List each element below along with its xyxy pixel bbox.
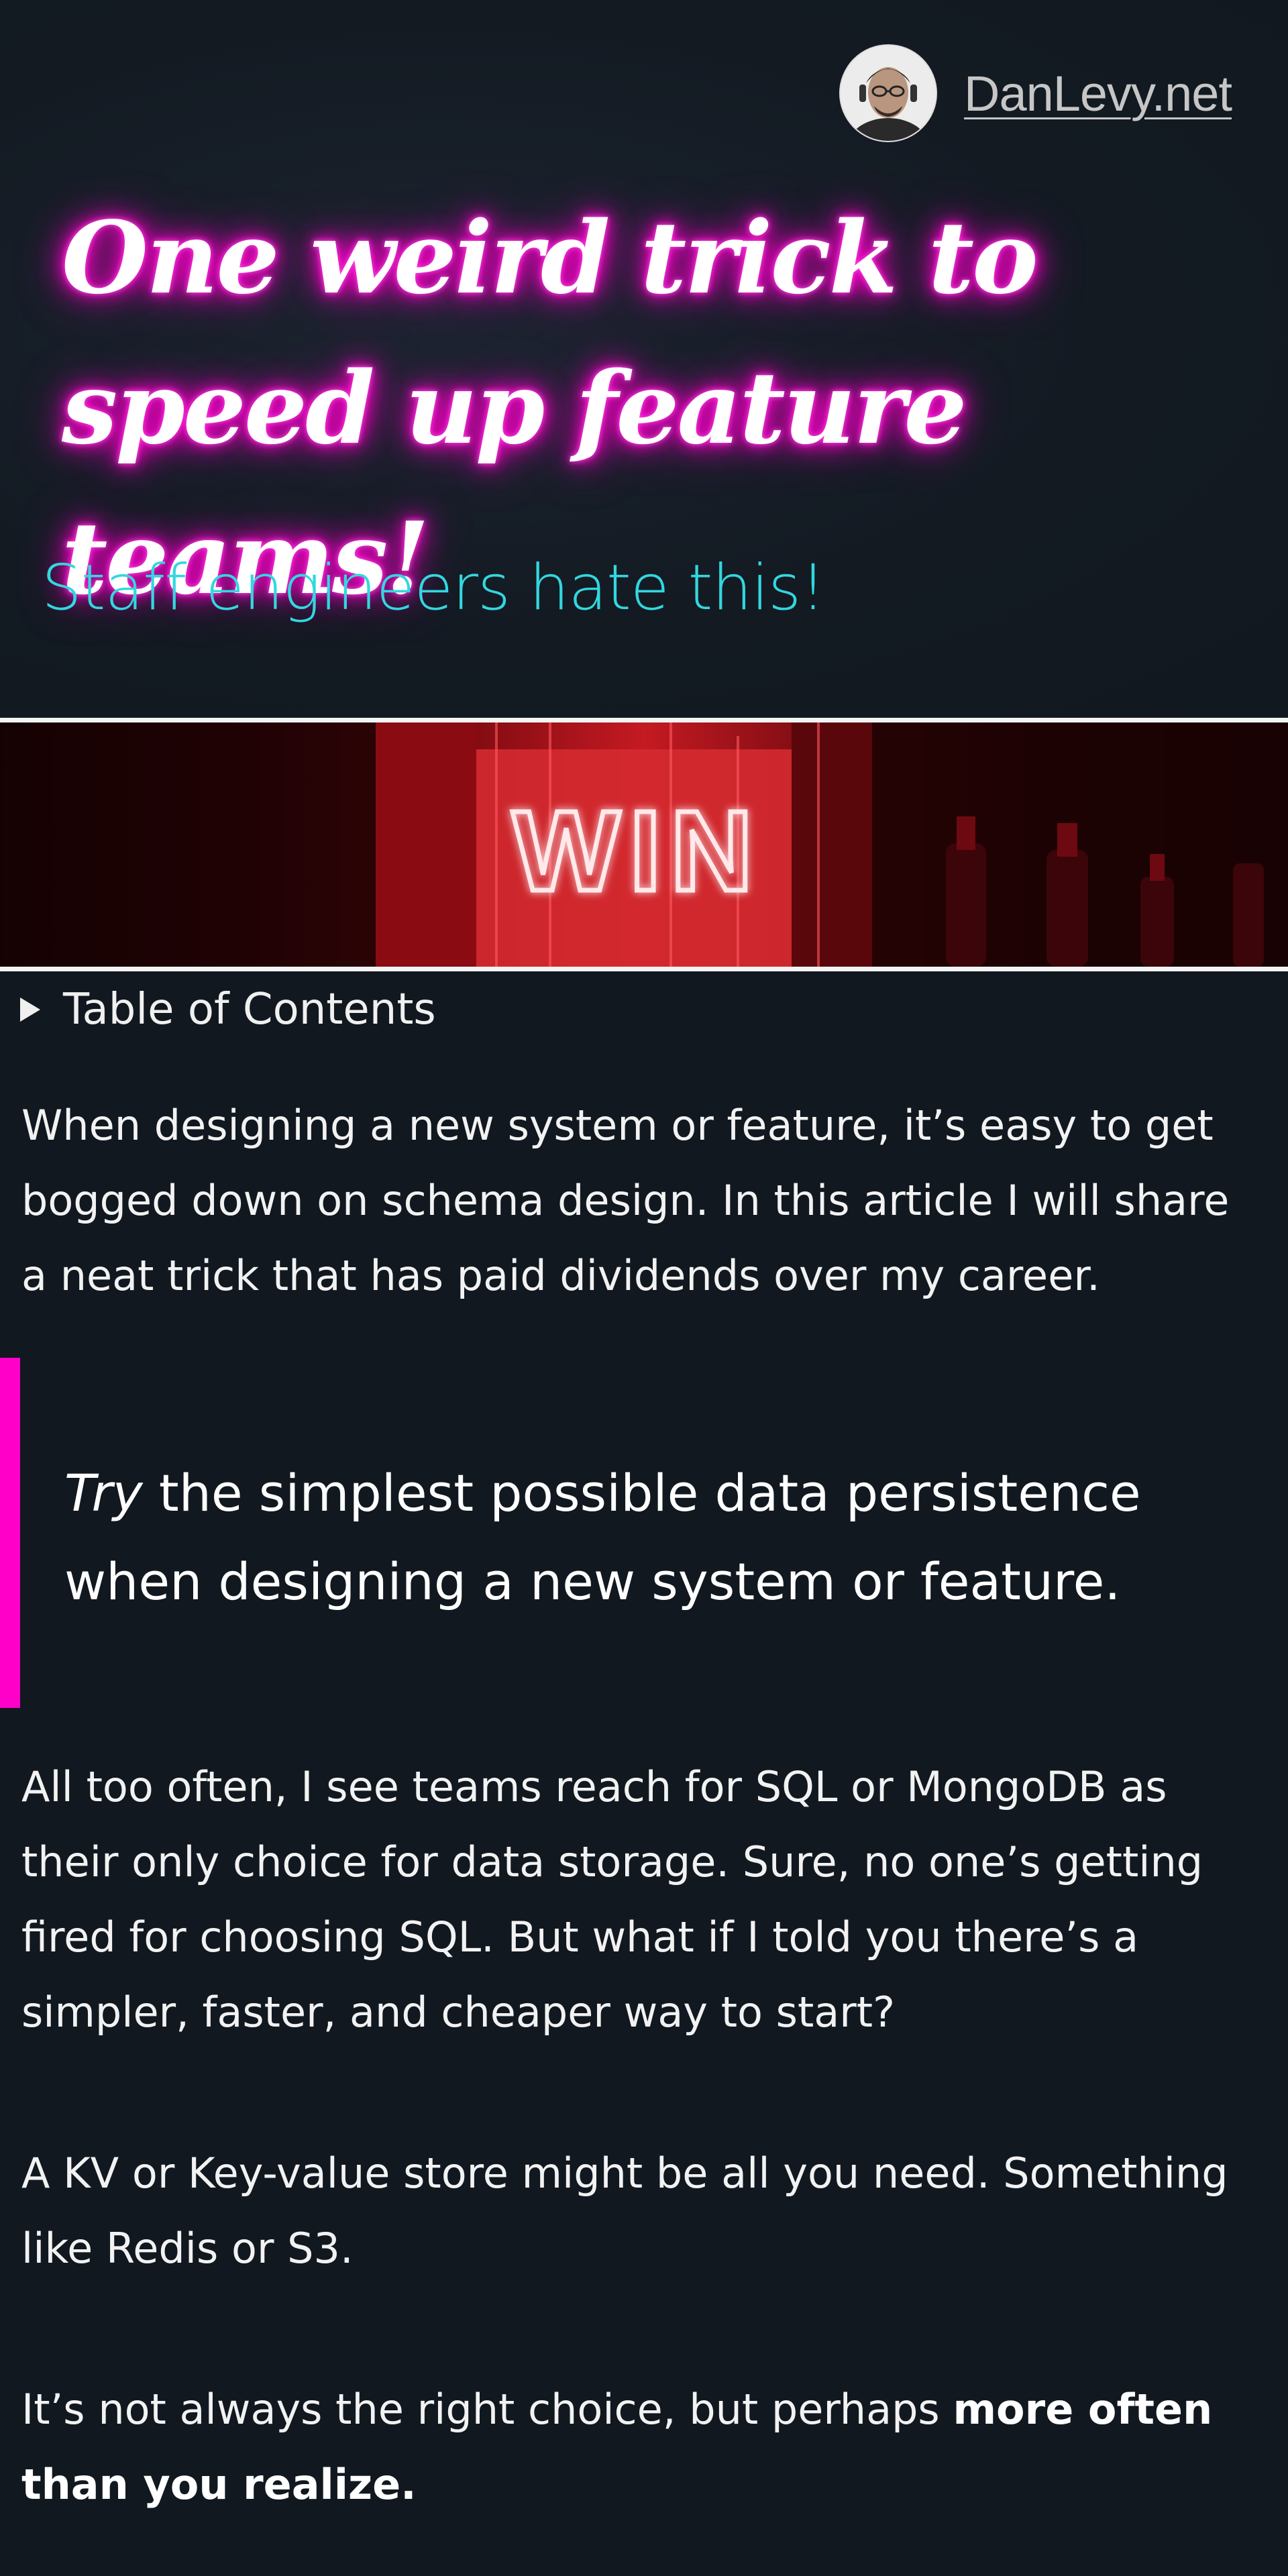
pull-quote-emphasis: Try <box>64 1463 143 1523</box>
paragraph-kv-store: A KV or Key-value store might be all you… <box>21 2149 1228 2273</box>
avatar-portrait-icon <box>841 46 936 141</box>
toc-label: Table of Contents <box>63 985 436 1034</box>
hero-banner-image: WIN <box>0 718 1288 971</box>
site-home-link[interactable]: DanLevy.net <box>964 65 1232 122</box>
neon-win-text: WIN <box>513 788 762 915</box>
conclusion-text: It’s not always the right choice, but pe… <box>21 2385 953 2434</box>
paragraph-conclusion: It’s not always the right choice, but pe… <box>21 2372 1256 2522</box>
avatar[interactable] <box>841 46 936 141</box>
pull-quote: Try the simplest possible data persisten… <box>0 1358 1288 1708</box>
neon-win-scene-icon: WIN <box>0 722 1288 967</box>
pull-quote-text: Try the simplest possible data persisten… <box>64 1449 1258 1626</box>
paragraph-sql: All too often, I see teams reach for SQL… <box>21 1762 1203 2037</box>
title-line-1: One weird trick to <box>62 199 1038 316</box>
pull-quote-body: the simplest possible data persistence w… <box>64 1463 1141 1611</box>
intro-paragraph: When designing a new system or feature, … <box>21 1101 1230 1300</box>
page-header: DanLevy.net One weird trick to speed up f… <box>0 0 1288 718</box>
page-subtitle: Staff engineers hate this! <box>42 551 826 625</box>
table-of-contents-toggle[interactable]: Table of Contents <box>20 981 436 1038</box>
disclosure-triangle-icon[interactable] <box>20 998 40 1022</box>
site-brand[interactable]: DanLevy.net <box>841 44 1232 142</box>
